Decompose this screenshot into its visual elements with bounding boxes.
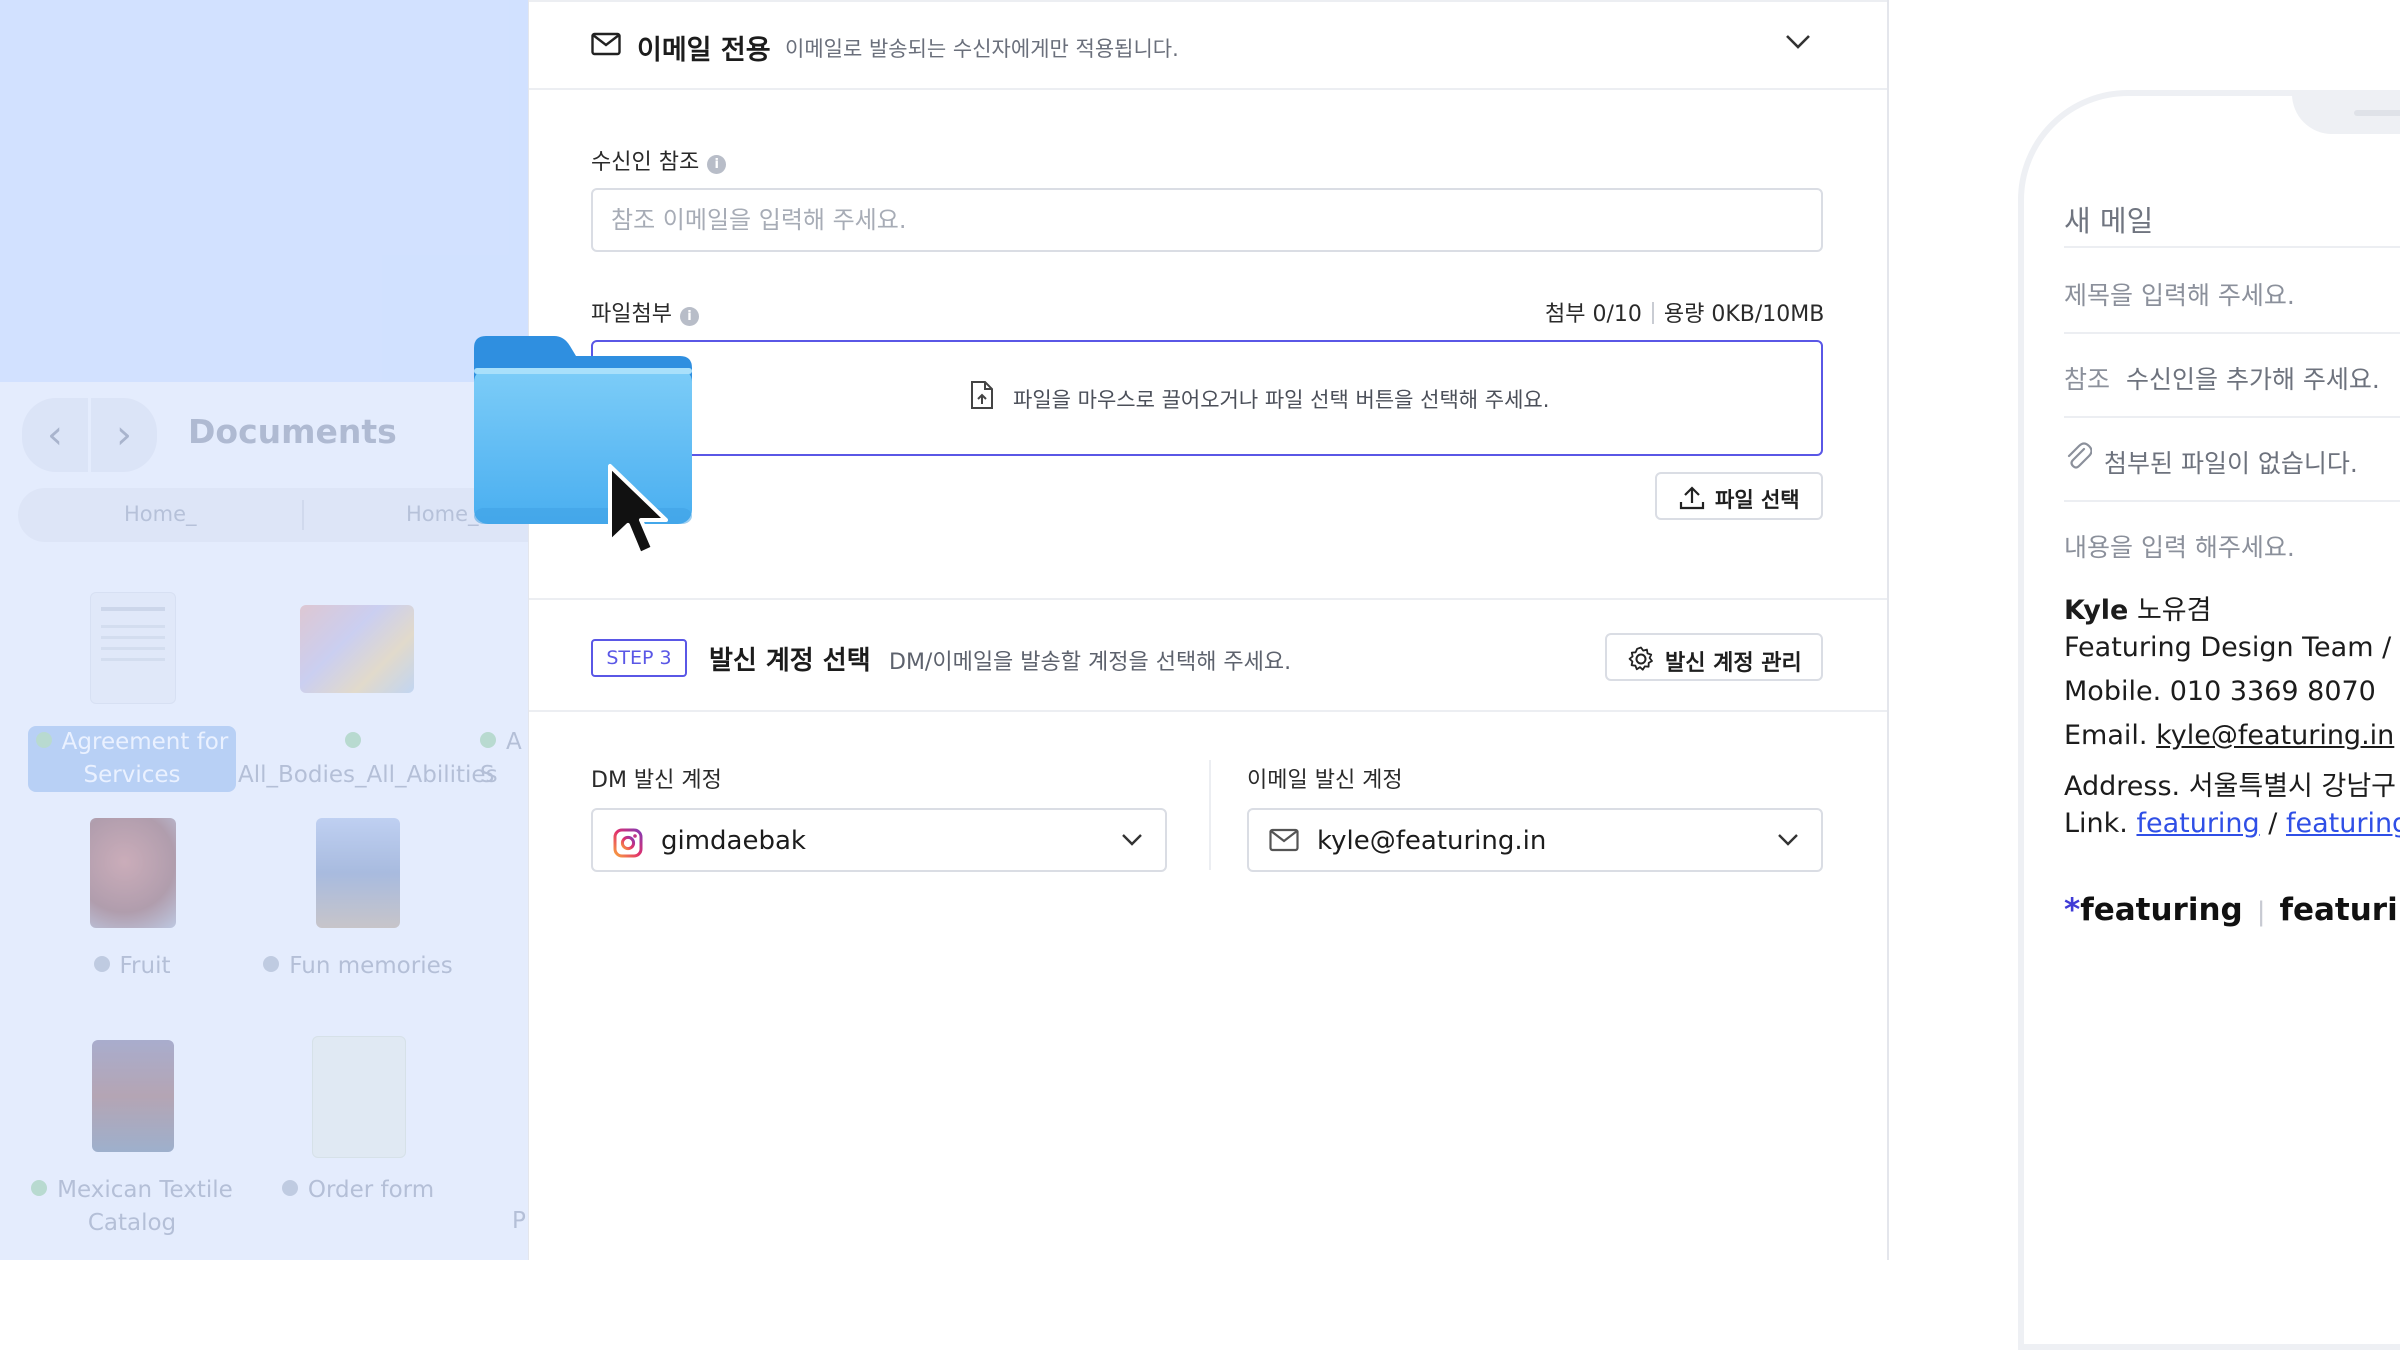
file-thumb-order-form[interactable]: [312, 1036, 406, 1158]
signature-email: Email. kyle@featuring.in: [2064, 720, 2395, 751]
finder-tab-bar: Home_ Home_: [18, 488, 528, 542]
chevron-down-icon: [1121, 832, 1143, 851]
back-button[interactable]: ‹: [22, 398, 88, 472]
mobile-email-preview: 새 메일 제목을 입력해 주세요. 참조 수신인을 추가해 주세요. 첨부된 파…: [2018, 90, 2400, 1350]
counter-divider: [1651, 302, 1654, 324]
mouse-cursor-icon: [606, 462, 676, 566]
featuring-logo: *featuring: [2064, 892, 2243, 928]
signature-link-featuring[interactable]: featuring: [2136, 808, 2259, 839]
step3-header: STEP 3 발신 계정 선택 DM/이메일을 발송할 계정을 선택해 주세요.…: [529, 598, 1887, 712]
gear-icon: [1627, 645, 1655, 677]
tag-dot: [263, 956, 280, 972]
preview-cc: 참조 수신인을 추가해 주세요.: [2064, 332, 2400, 418]
email-only-description: 이메일로 발송되는 수신자에게만 적용됩니다.: [785, 37, 1179, 61]
dm-account-select[interactable]: gimdaebak: [591, 808, 1167, 872]
finder-tab-home-1[interactable]: Home_: [124, 502, 197, 526]
brand-logos: *featuring|featuring: [2064, 892, 2400, 928]
file-upload-icon: [969, 380, 995, 414]
preview-header: 새 메일: [2064, 170, 2400, 248]
file-dropzone[interactable]: 파일을 마우스로 끌어오거나 파일 선택 버튼을 선택해 주세요.: [591, 340, 1823, 456]
chevron-right-icon: ›: [116, 412, 132, 458]
tab-divider: [302, 500, 304, 530]
featuring-logo-2: featuring: [2279, 892, 2400, 928]
tag-dot: [281, 1180, 298, 1196]
tag-dot: [31, 1180, 48, 1196]
cc-email-input[interactable]: [591, 188, 1823, 252]
attachment-size: 용량 0KB/10MB: [1663, 302, 1825, 327]
info-icon[interactable]: i: [707, 155, 727, 174]
email-account-select[interactable]: kyle@featuring.in: [1247, 808, 1823, 872]
preview-subject: 제목을 입력해 주세요.: [2064, 248, 2400, 334]
file-thumb-memories[interactable]: [316, 818, 400, 928]
attachment-counter: 첨부 0/10 용량 0KB/10MB: [1545, 296, 1824, 328]
signature-link-featuring-e[interactable]: featuring e: [2286, 808, 2400, 839]
paperclip-icon: [2064, 440, 2093, 476]
email-only-section-header[interactable]: 이메일 전용 이메일로 발송되는 수신자에게만 적용됩니다.: [529, 0, 1887, 90]
attachment-count: 첨부 0/10: [1545, 302, 1642, 327]
step-badge: STEP 3: [591, 639, 687, 677]
select-file-label: 파일 선택: [1715, 488, 1800, 512]
email-sender-label: 이메일 발신 계정: [1247, 768, 1403, 793]
chevron-down-icon[interactable]: [1785, 34, 1811, 54]
signature-mobile: Mobile. 010 3369 8070: [2064, 676, 2376, 707]
forward-button[interactable]: ›: [91, 398, 157, 472]
file-a-label[interactable]: A S: [480, 726, 528, 792]
chevron-down-icon: [1777, 832, 1799, 851]
manage-button-label: 발신 계정 관리: [1665, 651, 1802, 676]
chevron-left-icon: ‹: [47, 412, 63, 458]
cc-label: 수신인 참조 i: [591, 144, 727, 176]
account-divider: [1209, 760, 1211, 870]
finder-title: Documents: [188, 412, 397, 451]
tag-dot: [480, 732, 496, 748]
email-account-value: kyle@featuring.in: [1317, 826, 1547, 856]
signature-name: Kyle 노유겸: [2064, 595, 2212, 626]
signature-email-link[interactable]: kyle@featuring.in: [2156, 720, 2394, 751]
mail-icon: [591, 32, 621, 60]
signature-team: Featuring Design Team / Pr: [2064, 632, 2400, 663]
dropzone-instruction: 파일을 마우스로 끌어오거나 파일 선택 버튼을 선택해 주세요.: [1013, 388, 1550, 412]
email-only-title: 이메일 전용: [637, 35, 771, 66]
file-thumb-agreement[interactable]: [90, 592, 176, 704]
preview-attachments: 첨부된 파일이 없습니다.: [2064, 416, 2400, 502]
file-thumb-textiles[interactable]: [92, 1040, 174, 1152]
signature-links: Link. featuring / featuring e: [2064, 808, 2400, 839]
file-order-form-label[interactable]: Order form: [238, 1174, 478, 1207]
finder-desktop-area: [0, 0, 528, 382]
manage-sender-accounts-button[interactable]: 발신 계정 관리: [1605, 633, 1823, 681]
info-icon[interactable]: i: [679, 307, 699, 326]
file-agreement-label[interactable]: Agreement for Services: [12, 726, 252, 792]
file-thumb-bodies[interactable]: [300, 605, 414, 693]
file-fruit-label[interactable]: Fruit: [12, 950, 252, 983]
compose-settings-panel: 이메일 전용 이메일로 발송되는 수신자에게만 적용됩니다. 수신인 참조i 파…: [528, 0, 1889, 1260]
attach-label: 파일첨부 i: [591, 296, 699, 328]
upload-icon: [1679, 485, 1705, 515]
dm-account-value: gimdaebak: [661, 826, 806, 856]
finder-window: ‹ › Documents Home_ Home_ Agreement for …: [0, 0, 528, 1260]
file-bodies-label[interactable]: All_Bodies_All_Abilities: [238, 726, 498, 792]
dm-sender-label: DM 발신 계정: [591, 768, 722, 793]
step-description: DM/이메일을 발송할 계정을 선택해 주세요.: [889, 650, 1292, 675]
file-thumb-fruit[interactable]: [90, 818, 176, 928]
file-textiles-label[interactable]: Mexican Textile Catalog: [12, 1174, 252, 1240]
file-p-label[interactable]: P: [512, 1205, 528, 1238]
step-title: 발신 계정 선택: [709, 646, 871, 676]
phone-speaker: [2354, 110, 2400, 116]
file-memories-label[interactable]: Fun memories: [238, 950, 478, 983]
tag-dot: [93, 956, 110, 972]
tag-dot: [35, 732, 52, 748]
mail-icon: [1269, 828, 1299, 856]
instagram-icon: [613, 828, 643, 862]
preview-body: 내용을 입력 해주세요.: [2064, 533, 2295, 562]
signature-address: Address. 서울특별시 강남구 E: [2064, 771, 2400, 802]
select-file-button[interactable]: 파일 선택: [1655, 472, 1823, 520]
tag-dot: [345, 732, 361, 748]
